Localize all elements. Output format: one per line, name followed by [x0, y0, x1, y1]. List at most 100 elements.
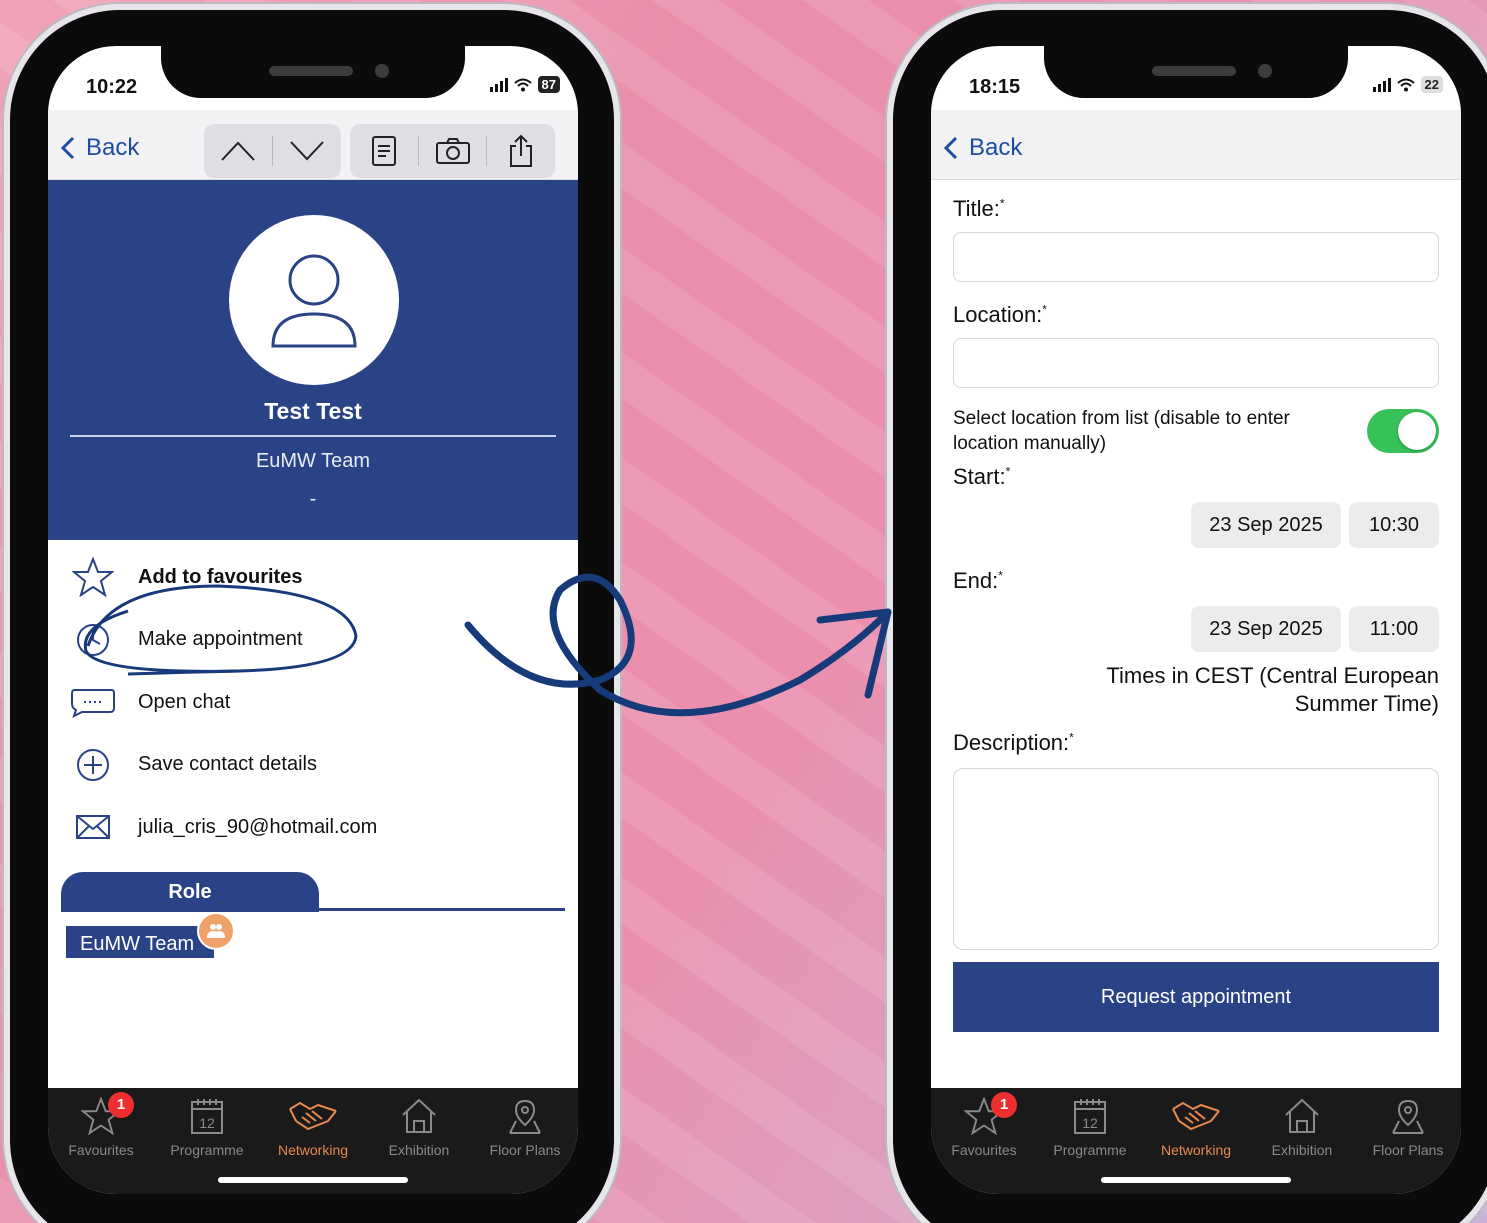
previous-button[interactable]: [204, 124, 272, 178]
battery-indicator: 22: [1420, 76, 1443, 93]
start-time-picker[interactable]: 10:30: [1349, 502, 1439, 548]
notes-button[interactable]: [350, 124, 418, 178]
signal-icon: [1372, 77, 1391, 92]
calendar-day: 12: [1082, 1115, 1098, 1131]
tab-label: Networking: [277, 1142, 349, 1158]
title-input[interactable]: [953, 232, 1439, 282]
location-mode-row: Select location from list (disable to en…: [953, 406, 1439, 456]
chevron-left-icon: [60, 136, 75, 160]
role-tab[interactable]: Role: [61, 872, 319, 912]
back-button[interactable]: Back: [943, 134, 1022, 162]
profile-actions: Add to favourites Make appointment Open …: [48, 546, 578, 859]
back-button[interactable]: Back: [60, 134, 139, 162]
title-label: Title:*: [953, 196, 1005, 221]
tab-label: Programme: [1053, 1142, 1127, 1158]
nav-bar: Back: [48, 110, 578, 180]
calendar-icon: 12: [191, 1099, 223, 1134]
location-list-toggle[interactable]: [1367, 409, 1439, 453]
end-datetime: 23 Sep 2025 11:00: [953, 606, 1439, 652]
tools-group: [350, 124, 555, 178]
tab-label: Favourites: [68, 1142, 134, 1158]
tab-favourites[interactable]: 1 Favourites: [931, 1088, 1037, 1194]
calendar-icon: 12: [1074, 1099, 1106, 1134]
tab-label: Floor Plans: [1372, 1142, 1444, 1158]
open-chat-button[interactable]: Open chat: [48, 671, 578, 734]
handshake-icon: [1172, 1101, 1220, 1131]
notch: [1044, 46, 1348, 98]
action-label: Add to favourites: [138, 565, 303, 588]
calendar-day: 12: [199, 1115, 215, 1131]
mail-icon: [76, 815, 110, 840]
save-contact-button[interactable]: Save contact details: [48, 734, 578, 797]
role-chip: EuMW Team: [66, 926, 214, 958]
right-phone: 18:15 22 Back Title:* Location:* Select …: [893, 10, 1487, 1223]
wifi-icon: [513, 78, 532, 91]
share-button[interactable]: [487, 124, 555, 178]
back-label: Back: [969, 134, 1023, 161]
status-time: 18:15: [969, 76, 1021, 98]
description-textarea[interactable]: [953, 768, 1439, 950]
profile-name: Test Test: [264, 398, 362, 424]
chevron-up-icon: [221, 141, 255, 161]
map-pin-icon: [1392, 1099, 1424, 1134]
start-datetime: 23 Sep 2025 10:30: [953, 502, 1439, 548]
appointment-form: Title:* Location:* Select location from …: [953, 196, 1439, 1032]
timezone-note: Times in CEST (Central European Summer T…: [1106, 663, 1439, 716]
plus-circle-icon: [77, 748, 109, 781]
star-icon: [72, 557, 114, 598]
start-date-picker[interactable]: 23 Sep 2025: [1191, 502, 1341, 548]
next-button[interactable]: [273, 124, 341, 178]
action-label: Make appointment: [138, 628, 303, 651]
home-indicator: [218, 1177, 408, 1183]
share-icon: [510, 134, 533, 167]
action-label: Save contact details: [138, 753, 317, 776]
end-date-picker[interactable]: 23 Sep 2025: [1191, 606, 1341, 652]
chevron-left-icon: [943, 136, 958, 160]
location-input[interactable]: [953, 338, 1439, 388]
tab-favourites[interactable]: 1 Favourites: [48, 1088, 154, 1194]
camera-button[interactable]: [419, 124, 487, 178]
battery-indicator: 87: [537, 76, 560, 93]
left-phone: 10:22 87 Back Test Test EuMW Team - Add …: [10, 10, 614, 1223]
status-time: 10:22: [86, 76, 138, 98]
chevron-down-icon: [290, 141, 324, 161]
home-icon: [402, 1098, 436, 1133]
start-label: Start:*: [953, 464, 1011, 489]
divider: [70, 435, 556, 437]
request-appointment-button[interactable]: Request appointment: [953, 962, 1439, 1032]
tab-label: Networking: [1160, 1142, 1232, 1158]
tab-floor-plans[interactable]: Floor Plans: [1355, 1088, 1461, 1194]
appointment-screen: 18:15 22 Back Title:* Location:* Select …: [931, 46, 1461, 1194]
handshake-icon: [289, 1101, 337, 1131]
tab-label: Favourites: [951, 1142, 1017, 1158]
map-pin-icon: [509, 1099, 541, 1134]
home-icon: [1285, 1098, 1319, 1133]
location-toggle-label: Select location from list (disable to en…: [953, 408, 1290, 454]
add-to-favourites-button[interactable]: Add to favourites: [48, 546, 578, 609]
tab-floor-plans[interactable]: Floor Plans: [472, 1088, 578, 1194]
status-icons: 87: [489, 76, 560, 93]
make-appointment-button[interactable]: Make appointment: [48, 609, 578, 672]
email-link[interactable]: julia_cris_90@hotmail.com: [48, 796, 578, 859]
signal-icon: [489, 77, 508, 92]
wifi-icon: [1396, 78, 1415, 91]
team-badge-icon: [197, 912, 235, 950]
note-icon: [371, 136, 396, 166]
favourites-badge: 1: [108, 1092, 134, 1118]
action-label: Open chat: [138, 690, 231, 713]
profile-screen: 10:22 87 Back Test Test EuMW Team - Add …: [48, 46, 578, 1194]
nav-bar: Back: [931, 110, 1461, 180]
end-label: End:*: [953, 568, 1003, 593]
profile-subtitle: -: [309, 488, 317, 510]
status-icons: 22: [1372, 76, 1443, 93]
back-label: Back: [86, 134, 140, 161]
favourites-badge: 1: [991, 1092, 1017, 1118]
profile-header: Test Test EuMW Team -: [48, 180, 578, 540]
description-label: Description:*: [953, 730, 1074, 755]
end-time-picker[interactable]: 11:00: [1349, 606, 1439, 652]
profile-organization: EuMW Team: [255, 450, 371, 472]
clock-icon: [77, 623, 109, 656]
chat-icon: [71, 689, 115, 719]
user-icon: [271, 254, 357, 348]
tab-label: Floor Plans: [489, 1142, 561, 1158]
